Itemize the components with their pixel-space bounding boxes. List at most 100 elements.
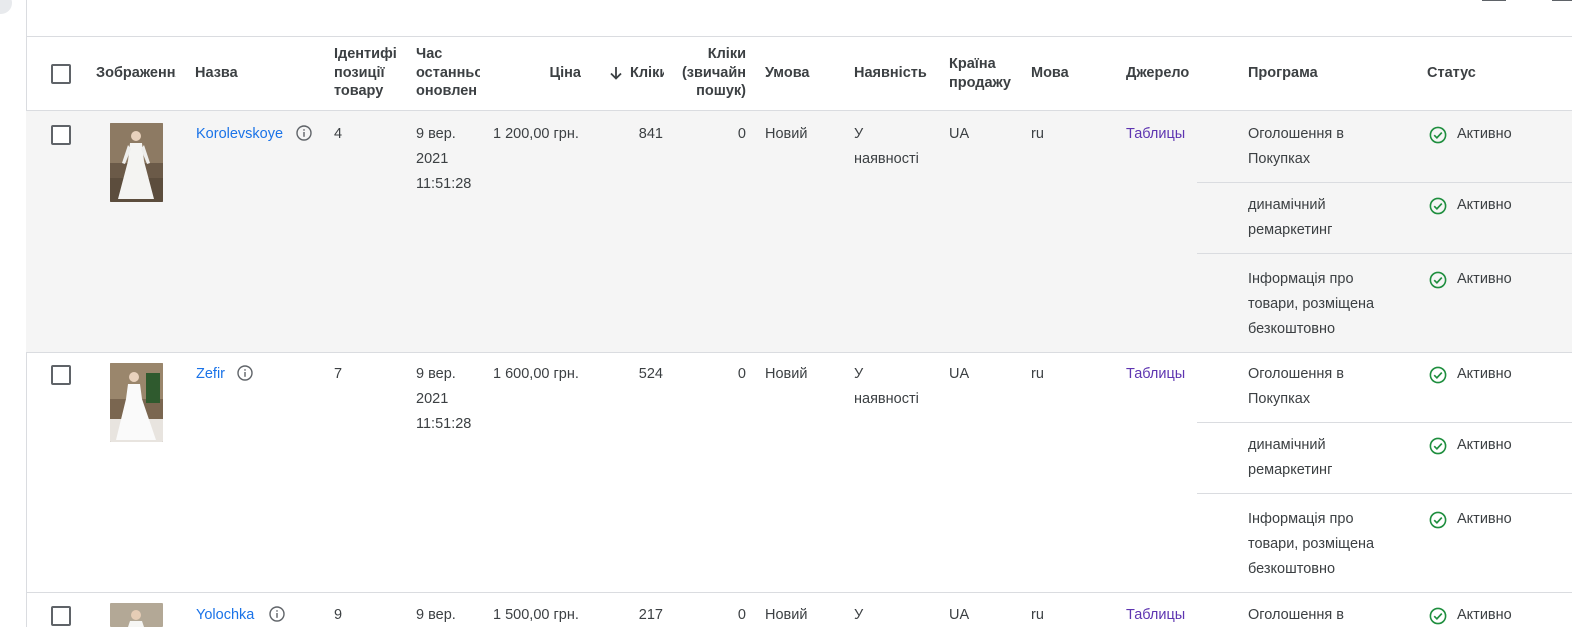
status-text: Активно: [1457, 366, 1512, 382]
clicks: 217: [638, 607, 663, 623]
availability-line1: У: [854, 126, 864, 142]
updated-date: 9 вер.: [416, 607, 456, 623]
updated-year: 2021: [416, 391, 449, 407]
country: UA: [949, 607, 970, 623]
col-source-header[interactable]: Джерело: [1126, 64, 1189, 83]
program-line: ремаркетинг: [1248, 222, 1333, 238]
program-line: Покупках: [1248, 151, 1311, 167]
expand-icon[interactable]: [1552, 0, 1572, 6]
language: ru: [1031, 607, 1044, 623]
item-id: 4: [334, 126, 343, 142]
check-circle-icon: [1429, 271, 1447, 293]
product-image[interactable]: [110, 363, 163, 442]
left-rail: [0, 0, 27, 627]
availability-line1: У: [854, 607, 864, 623]
program-line: безкоштовно: [1248, 321, 1336, 337]
toolbar-divider: [26, 36, 1572, 37]
row-divider: [26, 592, 1572, 593]
status-text: Активно: [1457, 511, 1512, 527]
program-divider: [1197, 253, 1572, 254]
availability-line1: У: [854, 366, 864, 382]
clicks: 524: [638, 366, 663, 382]
country: UA: [949, 126, 970, 142]
toolbar-icon-partial[interactable]: [1420, 0, 1430, 2]
col-updated-header[interactable]: Час останньо оновлен: [416, 45, 480, 101]
source-link[interactable]: Таблицы: [1126, 122, 1188, 147]
col-language-header[interactable]: Мова: [1031, 64, 1091, 83]
program-line: Покупках: [1248, 391, 1311, 407]
program-line: Оголошення в: [1248, 126, 1344, 142]
program-line: динамічний: [1248, 197, 1326, 213]
col-image-header[interactable]: Зображення: [96, 64, 176, 83]
status-text: Активно: [1457, 607, 1512, 623]
program-divider: [1197, 182, 1572, 183]
source-link[interactable]: Таблицы: [1126, 603, 1188, 628]
select-all-checkbox[interactable]: [51, 64, 71, 84]
col-program-header[interactable]: Програма: [1248, 64, 1368, 83]
status-text: Активно: [1457, 126, 1512, 142]
price: 1 500,00 грн.: [493, 607, 579, 623]
product-image[interactable]: [110, 123, 163, 202]
col-clicks-search-header[interactable]: Кліки (звичайн пошук): [676, 45, 746, 101]
product-name-link[interactable]: Korolevskoye: [196, 122, 283, 147]
rail-avatar[interactable]: [0, 0, 12, 14]
check-circle-icon: [1429, 511, 1447, 533]
item-id: 9: [334, 607, 343, 623]
columns-icon[interactable]: [1482, 0, 1506, 6]
language: ru: [1031, 126, 1044, 142]
row-checkbox[interactable]: [51, 125, 71, 145]
check-circle-icon: [1429, 607, 1447, 629]
availability-line2: наявності: [854, 391, 919, 407]
status-text: Активно: [1457, 271, 1512, 287]
sort-arrow-down-icon[interactable]: [608, 65, 624, 81]
product-image[interactable]: [110, 603, 163, 627]
check-circle-icon: [1429, 366, 1447, 388]
col-condition-header[interactable]: Умова: [765, 64, 835, 83]
program-line: ремаркетинг: [1248, 462, 1333, 478]
updated-date: 9 вер.: [416, 366, 456, 382]
price: 1 200,00 грн.: [493, 126, 579, 142]
col-price-header[interactable]: Ціна: [500, 64, 581, 83]
check-circle-icon: [1429, 437, 1447, 459]
price: 1 600,00 грн.: [493, 366, 579, 382]
source-link[interactable]: Таблицы: [1126, 362, 1188, 387]
program-line: товари, розміщена: [1248, 296, 1375, 312]
program-line: товари, розміщена: [1248, 536, 1375, 552]
col-clicks-header[interactable]: Кліки: [630, 64, 664, 83]
col-name-header[interactable]: Назва: [195, 64, 275, 83]
col-status-header[interactable]: Статус: [1427, 64, 1527, 83]
updated-time: 11:51:28: [416, 416, 472, 432]
program-divider: [1197, 493, 1572, 494]
product-name-link[interactable]: Yolochka: [196, 603, 254, 628]
clicks-search: 0: [737, 366, 746, 382]
item-id: 7: [334, 366, 343, 382]
program-line: Інформація про: [1248, 271, 1354, 287]
updated-year: 2021: [416, 151, 449, 167]
program-line: Інформація про: [1248, 511, 1354, 527]
program-line: Оголошення в: [1248, 607, 1344, 623]
condition: Новий: [765, 126, 808, 142]
condition: Новий: [765, 607, 808, 623]
col-availability-header[interactable]: Наявність: [854, 64, 934, 83]
info-icon[interactable]: [296, 125, 312, 145]
availability-line2: наявності: [854, 151, 919, 167]
clicks: 841: [638, 126, 663, 142]
language: ru: [1031, 366, 1044, 382]
condition: Новий: [765, 366, 808, 382]
row-checkbox[interactable]: [51, 365, 71, 385]
check-circle-icon: [1429, 197, 1447, 219]
row-checkbox[interactable]: [51, 606, 71, 626]
program-divider: [1197, 422, 1572, 423]
col-item-id-header[interactable]: Ідентифі позиції товару: [334, 45, 396, 101]
status-text: Активно: [1457, 197, 1512, 213]
check-circle-icon: [1429, 126, 1447, 148]
info-icon[interactable]: [237, 365, 253, 385]
country: UA: [949, 366, 970, 382]
updated-time: 11:51:28: [416, 176, 472, 192]
product-name-link[interactable]: Zefir: [196, 362, 225, 387]
program-line: динамічний: [1248, 437, 1326, 453]
info-icon[interactable]: [269, 606, 285, 626]
col-country-header[interactable]: Країна продажу: [949, 55, 1019, 92]
row-divider: [26, 352, 1572, 353]
clicks-search: 0: [737, 126, 746, 142]
